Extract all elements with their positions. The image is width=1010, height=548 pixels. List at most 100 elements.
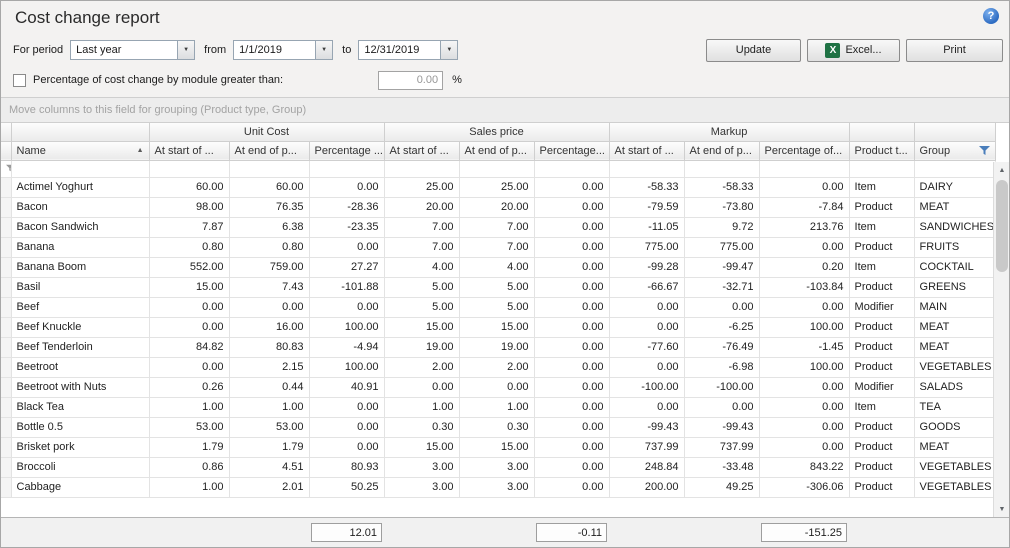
column-header-markup-start[interactable]: At start of ... — [609, 141, 684, 160]
cell-product-type: Product — [849, 337, 914, 357]
table-row[interactable]: Beef Tenderloin84.8280.83-4.9419.0019.00… — [1, 337, 995, 357]
indicator-header — [1, 123, 11, 141]
table-row[interactable]: Beef Knuckle0.0016.00100.0015.0015.000.0… — [1, 317, 995, 337]
column-header-group[interactable]: Group — [914, 141, 995, 160]
column-header-markup-pct[interactable]: Percentage of... — [759, 141, 849, 160]
cell-product-type: Product — [849, 417, 914, 437]
table-row[interactable]: Beef0.000.000.005.005.000.000.000.000.00… — [1, 297, 995, 317]
cell-group: COCKTAIL — [914, 257, 995, 277]
cell-markup-start: 0.00 — [609, 397, 684, 417]
cell-unitcost-start: 0.26 — [149, 377, 229, 397]
cell-markup-start: 200.00 — [609, 477, 684, 497]
filter-cell[interactable] — [534, 160, 609, 177]
table-row[interactable]: Basil15.007.43-101.885.005.000.00-66.67-… — [1, 277, 995, 297]
cell-unitcost-end: 76.35 — [229, 197, 309, 217]
excel-button[interactable]: X Excel... — [807, 39, 900, 62]
scrollbar-thumb[interactable] — [996, 180, 1008, 272]
cell-salesprice-end: 5.00 — [459, 297, 534, 317]
cell-markup-start: -58.33 — [609, 177, 684, 197]
filter-cell[interactable] — [684, 160, 759, 177]
table-row[interactable]: Bottle 0.553.0053.000.000.300.300.00-99.… — [1, 417, 995, 437]
cell-salesprice-end: 25.00 — [459, 177, 534, 197]
filter-cell[interactable] — [229, 160, 309, 177]
column-header-row: Name ▲ At start of ... At end of p... Pe… — [1, 141, 995, 160]
table-row[interactable]: Cabbage1.002.0150.253.003.000.00200.0049… — [1, 477, 995, 497]
table-row[interactable]: Actimel Yoghurt60.0060.000.0025.0025.000… — [1, 177, 995, 197]
column-header-name[interactable]: Name ▲ — [11, 141, 149, 160]
scroll-down-icon[interactable]: ▼ — [994, 501, 1009, 517]
chevron-down-icon[interactable]: ▼ — [177, 41, 194, 59]
column-header-salesprice-end[interactable]: At end of p... — [459, 141, 534, 160]
cell-unitcost-end: 53.00 — [229, 417, 309, 437]
total-unit-cost-percentage: 12.01 — [311, 523, 382, 542]
grouping-drop-zone[interactable]: Move columns to this field for grouping … — [1, 97, 1009, 123]
cell-salesprice-pct: 0.00 — [534, 177, 609, 197]
cell-product-type: Modifier — [849, 377, 914, 397]
cell-markup-end: 0.00 — [684, 297, 759, 317]
cell-salesprice-pct: 0.00 — [534, 237, 609, 257]
cell-product-type: Product — [849, 357, 914, 377]
cell-unitcost-start: 0.86 — [149, 457, 229, 477]
help-icon[interactable]: ? — [983, 8, 999, 24]
filter-cell[interactable] — [849, 160, 914, 177]
cell-unitcost-pct: 0.00 — [309, 397, 384, 417]
from-date-select[interactable]: 1/1/2019 ▼ — [233, 40, 333, 60]
cell-unitcost-start: 552.00 — [149, 257, 229, 277]
print-button[interactable]: Print — [906, 39, 1003, 62]
band-markup[interactable]: Markup — [609, 123, 849, 141]
column-header-markup-end[interactable]: At end of p... — [684, 141, 759, 160]
chevron-down-icon[interactable]: ▼ — [440, 41, 457, 59]
cell-markup-pct: 0.00 — [759, 297, 849, 317]
vertical-scrollbar[interactable]: ▲ ▼ — [993, 162, 1009, 517]
filter-cell[interactable] — [759, 160, 849, 177]
table-row[interactable]: Black Tea1.001.000.001.001.000.000.000.0… — [1, 397, 995, 417]
filter-cell[interactable] — [384, 160, 459, 177]
column-header-salesprice-start[interactable]: At start of ... — [384, 141, 459, 160]
threshold-checkbox[interactable] — [13, 74, 26, 87]
cell-salesprice-start: 3.00 — [384, 457, 459, 477]
scroll-up-icon[interactable]: ▲ — [994, 162, 1009, 178]
table-row[interactable]: Beetroot0.002.15100.002.002.000.000.00-6… — [1, 357, 995, 377]
column-header-unitcost-start[interactable]: At start of ... — [149, 141, 229, 160]
band-sales-price[interactable]: Sales price — [384, 123, 609, 141]
cell-markup-pct: 843.22 — [759, 457, 849, 477]
filter-cell[interactable] — [149, 160, 229, 177]
table-row[interactable]: Brisket pork1.791.790.0015.0015.000.0073… — [1, 437, 995, 457]
report-table: Unit Cost Sales price Markup Name ▲ At s… — [1, 123, 996, 498]
filter-cell[interactable] — [459, 160, 534, 177]
table-row[interactable]: Bacon Sandwich7.876.38-23.357.007.000.00… — [1, 217, 995, 237]
chevron-down-icon[interactable]: ▼ — [315, 41, 332, 59]
column-header-unitcost-pct[interactable]: Percentage ... — [309, 141, 384, 160]
cell-product-type: Item — [849, 397, 914, 417]
cell-markup-start: -11.05 — [609, 217, 684, 237]
filter-cell[interactable] — [309, 160, 384, 177]
filter-cell[interactable] — [609, 160, 684, 177]
table-row[interactable]: Banana0.800.800.007.007.000.00775.00775.… — [1, 237, 995, 257]
column-header-salesprice-pct[interactable]: Percentage... — [534, 141, 609, 160]
cell-salesprice-start: 20.00 — [384, 197, 459, 217]
update-button[interactable]: Update — [706, 39, 801, 62]
table-row[interactable]: Beetroot with Nuts0.260.4440.910.000.000… — [1, 377, 995, 397]
cell-unitcost-pct: -4.94 — [309, 337, 384, 357]
table-row[interactable]: Bacon98.0076.35-28.3620.0020.000.00-79.5… — [1, 197, 995, 217]
cell-markup-pct: 0.20 — [759, 257, 849, 277]
filter-icon[interactable] — [979, 145, 990, 156]
cell-salesprice-pct: 0.00 — [534, 317, 609, 337]
period-select[interactable]: Last year ▼ — [70, 40, 195, 60]
filter-cell[interactable] — [11, 160, 149, 177]
cell-unitcost-pct: 50.25 — [309, 477, 384, 497]
table-row[interactable]: Banana Boom552.00759.0027.274.004.000.00… — [1, 257, 995, 277]
table-row[interactable]: Broccoli0.864.5180.933.003.000.00248.84-… — [1, 457, 995, 477]
row-indicator — [1, 377, 11, 397]
threshold-input[interactable] — [378, 71, 443, 90]
column-header-unitcost-end[interactable]: At end of p... — [229, 141, 309, 160]
to-date-select[interactable]: 12/31/2019 ▼ — [358, 40, 458, 60]
cell-group: MEAT — [914, 437, 995, 457]
cell-salesprice-start: 15.00 — [384, 317, 459, 337]
column-header-product-type[interactable]: Product t... — [849, 141, 914, 160]
cell-markup-end: 49.25 — [684, 477, 759, 497]
band-unit-cost[interactable]: Unit Cost — [149, 123, 384, 141]
cell-unitcost-end: 759.00 — [229, 257, 309, 277]
filter-cell[interactable] — [914, 160, 995, 177]
cell-salesprice-end: 0.00 — [459, 377, 534, 397]
